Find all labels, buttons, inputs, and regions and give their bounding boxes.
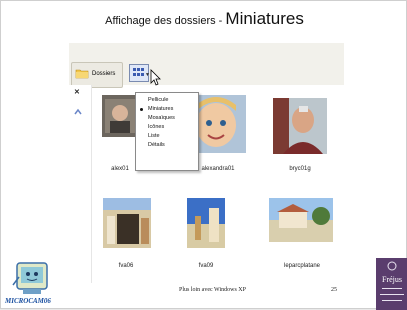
menu-item-mosaiques[interactable]: Mosaïques	[148, 115, 175, 122]
slide-title: Affichage des dossiers - Miniatures	[1, 9, 407, 29]
scroll-up-icon[interactable]	[73, 107, 83, 117]
thumbnail-image[interactable]	[103, 198, 151, 248]
thumbnail-image[interactable]	[187, 198, 225, 248]
menu-item-pellicule[interactable]: Pellicule	[148, 97, 168, 104]
microcam-logo-text: MICROCAM06	[5, 297, 51, 305]
frejus-label: Fréjus	[382, 275, 402, 284]
frejus-logo: Fréjus	[376, 258, 407, 310]
views-dropdown-menu: Pellicule Miniatures Mosaïques Icônes Li…	[135, 92, 199, 171]
slide: Affichage des dossiers - Miniatures Doss…	[0, 0, 407, 310]
menu-item-miniatures[interactable]: Miniatures	[148, 106, 173, 113]
title-main: Miniatures	[225, 9, 304, 28]
mouse-pointer-icon	[150, 69, 161, 86]
explorer-toolbar: Dossiers ▼	[69, 43, 344, 88]
folders-pane: ✕	[69, 85, 92, 283]
thumbnail-image[interactable]	[269, 198, 333, 242]
thumbnail-image[interactable]	[102, 95, 138, 137]
thumbnail-caption: fva09	[198, 263, 214, 269]
menu-item-liste[interactable]: Liste	[148, 133, 160, 140]
thumbnail-caption: leparcplatane	[283, 263, 321, 269]
page-number: 25	[331, 287, 337, 293]
explorer-screenshot: Dossiers ▼ ✕ alex01 alexandra01 bryc01g …	[69, 43, 344, 283]
title-prefix: Affichage des dossiers -	[105, 15, 226, 27]
thumbnail-image[interactable]	[273, 98, 327, 154]
folder-icon	[75, 69, 89, 79]
folders-label: Dossiers	[92, 71, 116, 77]
thumbnail-caption: fva06	[118, 263, 134, 269]
selected-bullet-icon	[140, 108, 143, 111]
thumbnail-caption: bryc01g	[289, 166, 311, 172]
footer-title: Plus loin avec Windows XP	[179, 287, 246, 293]
views-grid-icon	[133, 68, 144, 76]
menu-item-icones[interactable]: Icônes	[148, 124, 164, 131]
menu-item-details[interactable]: Détails	[148, 142, 165, 149]
close-icon[interactable]: ✕	[74, 88, 80, 96]
frejus-emblem-icon: Fréjus	[380, 261, 404, 301]
views-button[interactable]: ▼	[129, 64, 150, 82]
